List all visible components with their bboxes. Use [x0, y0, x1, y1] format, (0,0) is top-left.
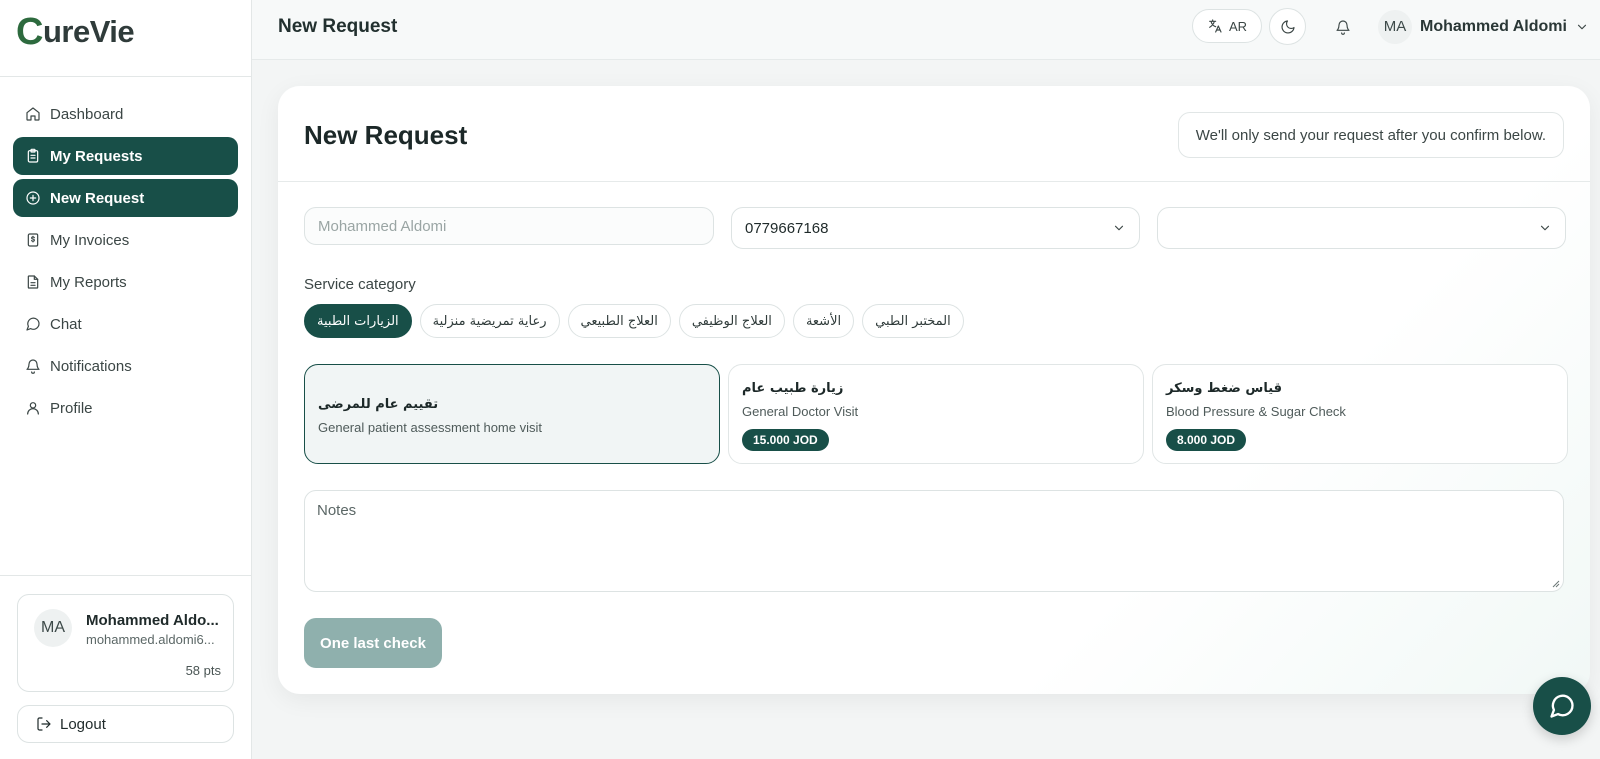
user-card[interactable]: MA Mohammed Aldo... mohammed.aldomi6... … — [17, 594, 234, 692]
translate-icon — [1209, 19, 1222, 33]
new-request-card: New Request We'll only send your request… — [278, 86, 1590, 694]
language-label: AR — [1228, 18, 1248, 34]
sidebar-item-label: My Reports — [50, 273, 127, 291]
logo-area: CureVie — [0, 0, 251, 77]
service-category-label: Service category — [304, 276, 416, 293]
sidebar-item-dashboard[interactable]: Dashboard — [13, 95, 238, 133]
patient-name-field[interactable]: Mohammed Aldomi — [304, 207, 714, 245]
page-title: New Request — [278, 16, 398, 37]
sidebar-item-label: Notifications — [50, 357, 132, 375]
card-header: New Request We'll only send your request… — [278, 86, 1590, 182]
clipboard-icon — [27, 148, 39, 163]
service-options: تقييم عام للمرضى General patient assessm… — [304, 364, 1568, 464]
message-circle-icon — [26, 317, 40, 331]
service-title-ar: قياس ضغط وسكر — [1166, 381, 1283, 396]
home-icon — [26, 107, 40, 121]
sidebar-item-label: Dashboard — [50, 105, 124, 123]
theme-toggle-button[interactable] — [1269, 8, 1306, 45]
logout-icon — [37, 717, 51, 731]
bell-icon — [1335, 19, 1350, 35]
category-chip-home-nursing[interactable]: رعاية تمريضية منزلية — [419, 304, 560, 338]
avatar: MA — [34, 609, 72, 647]
category-chip-radiology[interactable]: الأشعة — [792, 304, 855, 338]
category-chip-occupational-therapy[interactable]: العلاج الوظيفي — [678, 304, 785, 338]
service-title-en: General patient assessment home visit — [318, 420, 542, 435]
bell-icon — [26, 359, 40, 374]
one-last-check-button[interactable]: One last check — [304, 618, 442, 668]
sidebar-item-label: My Requests — [50, 147, 143, 165]
service-card-bp-sugar[interactable]: قياس ضغط وسكر Blood Pressure & Sugar Che… — [1152, 364, 1568, 464]
logout-button[interactable]: Logout — [17, 705, 234, 743]
chevron-down-icon — [1540, 225, 1550, 231]
sidebar-nav: Dashboard My Requests New Request My Inv… — [0, 77, 251, 427]
plus-circle-icon — [26, 191, 40, 205]
user-name: Mohammed Aldo... — [86, 612, 219, 629]
sidebar-footer: MA Mohammed Aldo... mohammed.aldomi6... … — [0, 575, 251, 759]
chat-fab-button[interactable] — [1533, 677, 1591, 735]
user-email: mohammed.aldomi6... — [86, 632, 215, 647]
phone-value: 0779667168 — [745, 219, 829, 237]
logo-rest: ureVie — [42, 14, 135, 49]
user-points: 58 pts — [185, 663, 221, 678]
sidebar-item-label: Profile — [50, 399, 93, 417]
category-chip-medical-lab[interactable]: المختبر الطبي — [862, 304, 964, 338]
address-select[interactable] — [1157, 207, 1566, 249]
avatar: MA — [1378, 9, 1412, 44]
sidebar-item-chat[interactable]: Chat — [13, 305, 238, 343]
service-title-en: Blood Pressure & Sugar Check — [1166, 404, 1346, 419]
notes-textarea[interactable]: Notes — [304, 490, 1564, 592]
chevron-down-icon — [1114, 225, 1124, 231]
sidebar-item-my-requests[interactable]: My Requests — [13, 137, 238, 175]
language-toggle-button[interactable]: AR — [1192, 9, 1262, 43]
sidebar-item-label: Chat — [50, 315, 82, 333]
sidebar-item-profile[interactable]: Profile — [13, 389, 238, 427]
notes-placeholder: Notes — [317, 502, 357, 519]
invoice-icon — [27, 233, 39, 247]
notifications-button[interactable] — [1324, 8, 1361, 45]
sidebar-item-notifications[interactable]: Notifications — [13, 347, 238, 385]
price-badge: 15.000 JOD — [742, 429, 829, 451]
sidebar-item-my-invoices[interactable]: My Invoices — [13, 221, 238, 259]
message-circle-icon — [1550, 694, 1574, 718]
sidebar-item-label: New Request — [50, 189, 145, 207]
service-card-general-doctor[interactable]: زيارة طبيب عام General Doctor Visit 15.0… — [728, 364, 1144, 464]
logo-initial: C — [16, 11, 43, 53]
category-chip-physiotherapy[interactable]: العلاج الطبيعي — [567, 304, 671, 338]
price-badge: 8.000 JOD — [1166, 429, 1247, 451]
user-icon — [27, 402, 39, 415]
brand-logo[interactable]: CureVie — [16, 12, 251, 52]
chevron-down-icon — [1577, 24, 1587, 29]
moon-icon — [1281, 19, 1295, 33]
service-card-general-assessment[interactable]: تقييم عام للمرضى General patient assessm… — [304, 364, 720, 464]
logout-label: Logout — [60, 715, 106, 733]
service-title-ar: تقييم عام للمرضى — [318, 397, 439, 412]
sidebar-item-label: My Invoices — [50, 231, 130, 249]
service-category-chips: الزيارات الطبية رعاية تمريضية منزلية الع… — [304, 304, 964, 338]
confirm-note: We'll only send your request after you c… — [1177, 112, 1564, 158]
sidebar-item-new-request[interactable]: New Request — [13, 179, 238, 217]
user-menu[interactable]: MA Mohammed Aldomi — [1378, 8, 1589, 45]
topbar: New Request AR MA Mohammed Aldomi — [252, 0, 1600, 60]
contact-fields-row: Mohammed Aldomi 0779667168 — [304, 207, 1566, 249]
service-title-ar: زيارة طبيب عام — [742, 381, 844, 396]
form-title: New Request — [304, 120, 468, 150]
file-text-icon — [27, 275, 39, 289]
sidebar: CureVie Dashboard My Requests New Reques… — [0, 0, 252, 759]
resize-grip-icon[interactable] — [1550, 578, 1560, 588]
user-menu-name: Mohammed Aldomi — [1420, 17, 1567, 35]
sidebar-item-my-reports[interactable]: My Reports — [13, 263, 238, 301]
phone-select[interactable]: 0779667168 — [731, 207, 1140, 249]
category-chip-medical-visits[interactable]: الزيارات الطبية — [304, 304, 412, 338]
service-title-en: General Doctor Visit — [742, 404, 859, 419]
